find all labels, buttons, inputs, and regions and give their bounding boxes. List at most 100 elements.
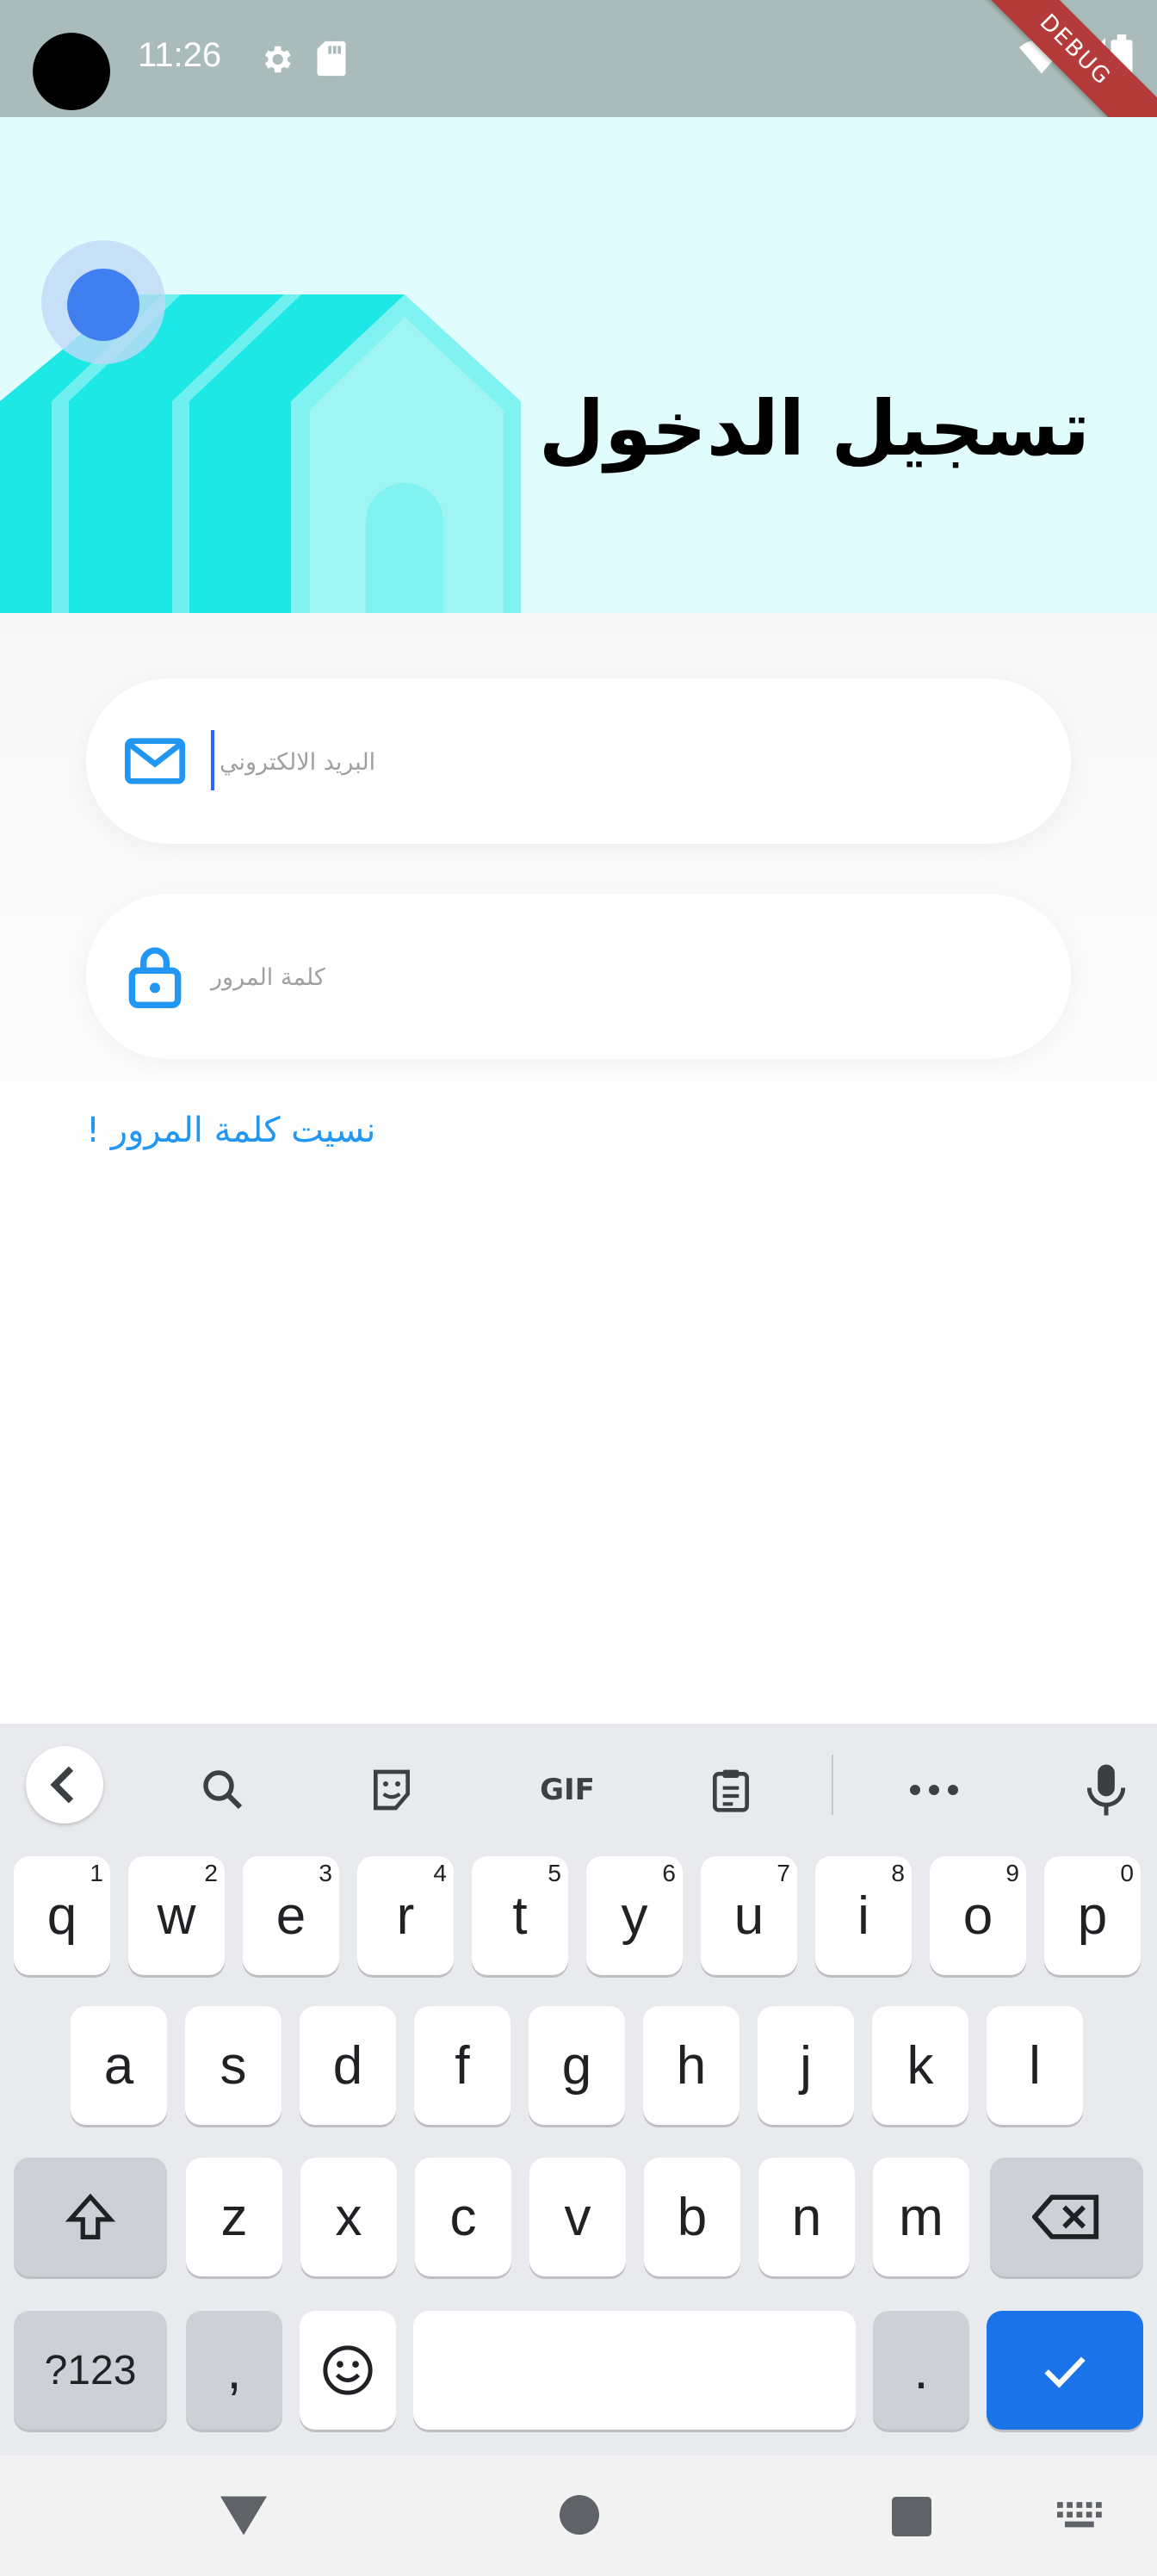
- keyboard-switch-icon[interactable]: [1057, 2502, 1104, 2531]
- key-label: r: [396, 1886, 415, 1946]
- lock-icon: [128, 947, 182, 1008]
- key-hint: 4: [433, 1860, 447, 1886]
- shift-icon: [65, 2193, 116, 2239]
- key-label: e: [275, 1886, 306, 1946]
- key-d[interactable]: d: [300, 2006, 396, 2125]
- key-label: a: [103, 2035, 134, 2096]
- key-w[interactable]: w2: [128, 1856, 225, 1975]
- email-field[interactable]: البريد الالكتروني: [86, 678, 1071, 844]
- key-z[interactable]: z: [186, 2158, 282, 2276]
- key-e[interactable]: e3: [243, 1856, 339, 1975]
- key-i[interactable]: i8: [815, 1856, 912, 1975]
- key-v[interactable]: v: [529, 2158, 626, 2276]
- key-label: p: [1077, 1886, 1108, 1946]
- symbols-key[interactable]: ?123: [14, 2311, 167, 2430]
- key-label: h: [676, 2035, 707, 2096]
- key-h[interactable]: h: [643, 2006, 739, 2125]
- emoji-key[interactable]: [300, 2311, 396, 2430]
- login-form: البريد الالكتروني كلمة المرور نسيت كلمة …: [0, 613, 1157, 1233]
- key-label: v: [564, 2187, 591, 2247]
- chevron-left-icon: [50, 1766, 74, 1804]
- key-label: q: [46, 1886, 77, 1946]
- key-c[interactable]: c: [415, 2158, 511, 2276]
- voice-input-button[interactable]: [1067, 1751, 1145, 1829]
- key-q[interactable]: q1: [14, 1856, 110, 1975]
- key-b[interactable]: b: [644, 2158, 740, 2276]
- comma-key[interactable]: ,: [186, 2311, 282, 2430]
- key-label: l: [1029, 2035, 1041, 2096]
- mail-icon: [125, 738, 185, 784]
- done-key[interactable]: [987, 2311, 1143, 2430]
- emoji-icon: [323, 2345, 373, 2395]
- soft-keyboard: GIF ?123 , . q1w2e3r4t5y6u7i8o9p0asdfghj…: [0, 1724, 1157, 2455]
- backspace-icon: [1032, 2195, 1099, 2239]
- key-m[interactable]: m: [873, 2158, 969, 2276]
- key-u[interactable]: u7: [701, 1856, 797, 1975]
- key-label: k: [906, 2035, 934, 2096]
- key-hint: 2: [204, 1860, 218, 1886]
- settings-icon: [264, 46, 291, 73]
- key-k[interactable]: k: [872, 2006, 968, 2125]
- key-hint: 9: [1005, 1860, 1019, 1886]
- sd-card-icon: [317, 40, 346, 77]
- camera-cutout: [33, 33, 110, 110]
- shift-key[interactable]: [14, 2158, 167, 2276]
- key-r[interactable]: r4: [357, 1856, 454, 1975]
- key-label: d: [332, 2035, 363, 2096]
- key-n[interactable]: n: [758, 2158, 855, 2276]
- password-field[interactable]: كلمة المرور: [86, 894, 1071, 1059]
- sticker-button[interactable]: [353, 1751, 430, 1829]
- keyboard-search-button[interactable]: [184, 1751, 262, 1829]
- key-label: u: [733, 1886, 764, 1946]
- key-label: g: [561, 2035, 592, 2096]
- key-hint: 6: [662, 1860, 676, 1886]
- clipboard-button[interactable]: [692, 1751, 770, 1829]
- key-label: x: [335, 2187, 362, 2247]
- key-x[interactable]: x: [300, 2158, 397, 2276]
- toolbar-divider: [832, 1755, 833, 1815]
- key-label: n: [791, 2187, 822, 2247]
- backspace-key[interactable]: [990, 2158, 1143, 2276]
- recents-square-icon[interactable]: [892, 2497, 931, 2536]
- page-title: تسجيل الدخول: [538, 384, 1090, 473]
- key-label: f: [455, 2035, 470, 2096]
- space-key[interactable]: [413, 2311, 856, 2430]
- key-hint: 1: [90, 1860, 103, 1886]
- period-key[interactable]: .: [873, 2311, 969, 2430]
- key-l[interactable]: l: [987, 2006, 1083, 2125]
- key-label: y: [621, 1886, 648, 1946]
- key-s[interactable]: s: [185, 2006, 282, 2125]
- key-label: w: [157, 1886, 196, 1946]
- text-cursor: [211, 730, 214, 790]
- key-hint: 5: [548, 1860, 561, 1886]
- status-bar: 11:26: [0, 0, 1157, 117]
- key-j[interactable]: j: [758, 2006, 854, 2125]
- key-hint: 3: [319, 1860, 332, 1886]
- key-p[interactable]: p0: [1044, 1856, 1141, 1975]
- key-label: m: [899, 2187, 944, 2247]
- checkmark-icon: [1044, 2356, 1086, 2388]
- key-a[interactable]: a: [71, 2006, 167, 2125]
- home-circle-icon[interactable]: [560, 2495, 599, 2535]
- key-label: z: [220, 2187, 248, 2247]
- forgot-password-link[interactable]: نسيت كلمة المرور !: [86, 1111, 375, 1150]
- search-icon: [203, 1770, 243, 1810]
- key-label: i: [857, 1886, 869, 1946]
- navigation-bar: [0, 2455, 1157, 2576]
- gif-button[interactable]: GIF: [520, 1751, 615, 1829]
- more-options-button[interactable]: [895, 1751, 973, 1829]
- key-label: c: [449, 2187, 477, 2247]
- key-g[interactable]: g: [529, 2006, 625, 2125]
- header-banner: تسجيل الدخول: [0, 117, 1157, 613]
- key-o[interactable]: o9: [930, 1856, 1026, 1975]
- key-y[interactable]: y6: [586, 1856, 683, 1975]
- key-label: b: [677, 2187, 708, 2247]
- sticker-icon: [374, 1769, 410, 1811]
- back-triangle-icon[interactable]: [220, 2495, 267, 2536]
- microphone-icon: [1086, 1764, 1126, 1816]
- key-t[interactable]: t5: [472, 1856, 568, 1975]
- keyboard-collapse-button[interactable]: [26, 1746, 103, 1824]
- key-f[interactable]: f: [414, 2006, 510, 2125]
- key-label: j: [800, 2035, 812, 2096]
- status-time: 11:26: [138, 36, 222, 74]
